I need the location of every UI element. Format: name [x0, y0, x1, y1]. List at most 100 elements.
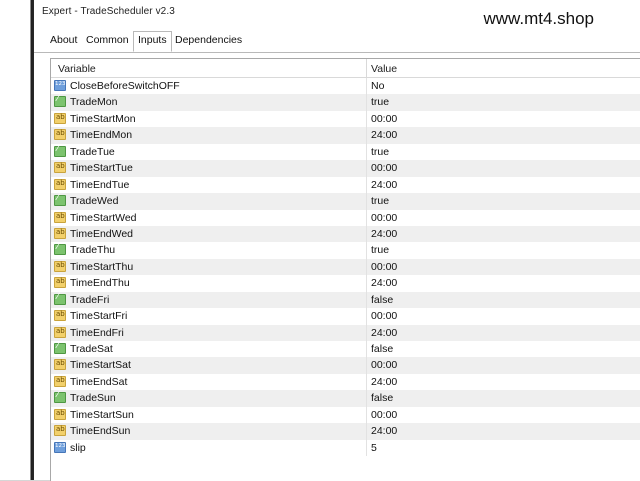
table-row[interactable]: TradeWed true: [51, 193, 640, 210]
column-header-value[interactable]: Value: [371, 63, 397, 75]
table-row[interactable]: TimeEndMon 24:00: [51, 127, 640, 144]
string-type-icon: [54, 112, 66, 124]
table-row[interactable]: TimeStartFri 00:00: [51, 308, 640, 325]
cell-divider: [366, 110, 367, 128]
table-row[interactable]: TimeEndFri 24:00: [51, 324, 640, 341]
bool-type-icon: [54, 94, 66, 108]
inputs-table: Variable Value CloseBeforeSwitchOFF No Tra…: [50, 58, 640, 481]
table-row[interactable]: CloseBeforeSwitchOFF No: [51, 78, 640, 95]
table-row[interactable]: TradeSun false: [51, 390, 640, 407]
string-type-icon: [54, 277, 66, 289]
cell-divider: [366, 94, 367, 111]
cell-divider: [366, 127, 367, 144]
table-row[interactable]: TimeEndSun 24:00: [51, 423, 640, 440]
table-row[interactable]: TimeStartTue 00:00: [51, 160, 640, 177]
variable-value[interactable]: 24:00: [371, 179, 397, 191]
variable-name: TimeStartFri: [70, 310, 128, 323]
table-row[interactable]: TimeStartThu 00:00: [51, 258, 640, 276]
int-type-icon: [54, 441, 66, 453]
cell-divider: [366, 373, 367, 391]
cell-divider: [366, 341, 367, 358]
variable-name: TimeStartSun: [70, 408, 134, 421]
table-row[interactable]: TimeEndTue 24:00: [51, 176, 640, 194]
variable-value[interactable]: 5: [371, 442, 377, 454]
tab-about[interactable]: About: [48, 34, 79, 46]
int-type-icon: [54, 80, 66, 91]
table-row[interactable]: TradeThu true: [51, 242, 640, 259]
table-row[interactable]: TimeEndThu 24:00: [51, 275, 640, 292]
column-header-variable[interactable]: Variable: [58, 63, 96, 75]
variable-value[interactable]: 24:00: [371, 277, 397, 289]
string-type-icon: [54, 227, 66, 239]
table-row[interactable]: TradeMon true: [51, 94, 640, 111]
tab-strip: About Common Inputs Dependencies: [34, 30, 640, 53]
table-row[interactable]: TimeEndSat 24:00: [51, 373, 640, 391]
bool-type-icon: [54, 390, 66, 404]
variable-value[interactable]: 00:00: [371, 113, 397, 125]
string-type-icon: [54, 178, 66, 190]
variable-value[interactable]: 24:00: [371, 425, 397, 437]
bool-type-icon: [54, 292, 66, 305]
variable-name: TimeStartThu: [70, 260, 134, 273]
variable-name: TimeEndThu: [70, 277, 130, 290]
table-row[interactable]: TradeFri false: [51, 291, 640, 309]
bool-type-icon: [54, 193, 66, 207]
tab-dependencies[interactable]: Dependencies: [173, 34, 244, 46]
variable-name: TimeEndSat: [70, 375, 128, 388]
table-row[interactable]: TradeTue true: [51, 143, 640, 161]
tab-inputs[interactable]: Inputs: [133, 31, 172, 52]
variable-name: TradeSun: [70, 392, 116, 405]
cell-divider: [366, 357, 367, 374]
string-type-icon: [54, 211, 66, 223]
tab-common[interactable]: Common: [84, 34, 131, 46]
string-type-icon: [54, 359, 66, 371]
cell-divider: [366, 390, 367, 407]
cell-divider: [366, 439, 367, 457]
variable-name: slip: [70, 441, 86, 454]
variable-value[interactable]: true: [371, 146, 389, 158]
variable-value[interactable]: 00:00: [371, 162, 397, 174]
cell-divider: [366, 160, 367, 177]
table-header: Variable Value: [51, 59, 640, 78]
title-bar[interactable]: Expert - TradeScheduler v2.3 www.mt4.sho…: [34, 0, 640, 28]
cell-divider: [366, 308, 367, 325]
bool-type-icon: [54, 341, 66, 354]
variable-value[interactable]: false: [371, 294, 393, 306]
variable-value[interactable]: 24:00: [371, 376, 397, 388]
variable-name: TradeTue: [70, 145, 115, 158]
cell-divider: [366, 406, 367, 424]
variable-value[interactable]: 24:00: [371, 327, 397, 339]
variable-value[interactable]: false: [371, 392, 393, 404]
string-type-icon: [54, 260, 66, 272]
variable-value[interactable]: false: [371, 343, 393, 355]
variable-value[interactable]: No: [371, 80, 384, 92]
variable-name: TimeEndTue: [70, 178, 130, 191]
variable-value[interactable]: 24:00: [371, 129, 397, 141]
variable-value[interactable]: 00:00: [371, 261, 397, 273]
string-type-icon: [54, 425, 66, 437]
variable-value[interactable]: 00:00: [371, 212, 397, 224]
column-divider[interactable]: [366, 59, 367, 77]
table-row[interactable]: slip 5: [51, 439, 640, 457]
variable-value[interactable]: 00:00: [371, 409, 397, 421]
variable-value[interactable]: true: [371, 244, 389, 256]
string-type-icon: [54, 310, 66, 322]
variable-value[interactable]: true: [371, 96, 389, 108]
cell-divider: [366, 78, 367, 95]
table-row[interactable]: TimeStartSat 00:00: [51, 357, 640, 374]
background-window-edge: [0, 0, 34, 480]
variable-value[interactable]: true: [371, 195, 389, 207]
bool-type-icon: [54, 242, 66, 256]
variable-value[interactable]: 00:00: [371, 359, 397, 371]
cell-divider: [366, 193, 367, 210]
variable-name: CloseBeforeSwitchOFF: [70, 80, 180, 92]
cell-divider: [366, 291, 367, 309]
variable-name: TradeWed: [70, 195, 119, 208]
table-row[interactable]: TimeStartSun 00:00: [51, 406, 640, 424]
table-row[interactable]: TimeEndWed 24:00: [51, 225, 640, 243]
table-row[interactable]: TimeStartMon 00:00: [51, 110, 640, 128]
table-row[interactable]: TimeStartWed 00:00: [51, 209, 640, 226]
variable-value[interactable]: 24:00: [371, 228, 397, 240]
table-row[interactable]: TradeSat false: [51, 341, 640, 358]
variable-value[interactable]: 00:00: [371, 310, 397, 322]
